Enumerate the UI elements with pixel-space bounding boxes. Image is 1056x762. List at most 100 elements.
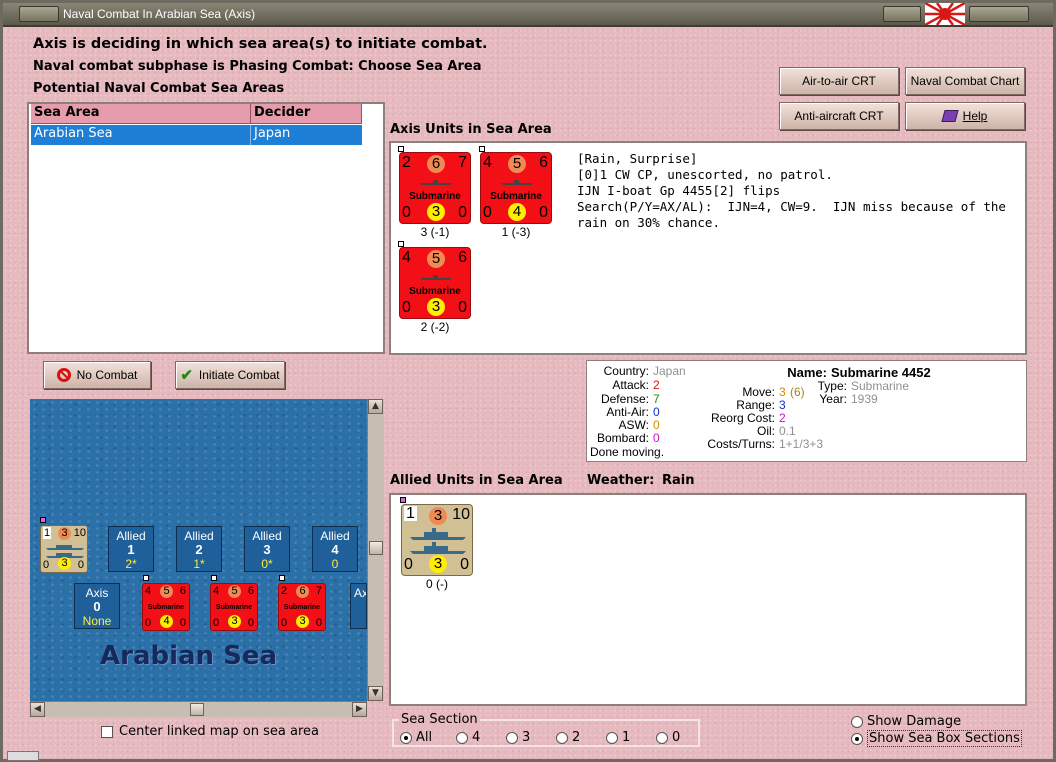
initiate-combat-button[interactable]: ✔ Initiate Combat: [175, 361, 285, 389]
decider-cell: Japan: [254, 126, 291, 141]
axis-counter-2[interactable]: 4 5 6 Submarine 0 4 0: [480, 152, 552, 224]
title-bar[interactable]: Naval Combat In Arabian Sea (Axis): [3, 3, 1053, 27]
map-axis-counter-3[interactable]: 2 6 7 Submarine 0 3 0: [278, 583, 326, 631]
sea-box-side: Allied: [184, 529, 214, 543]
counter-move: 6: [427, 155, 445, 173]
counter-move: 3: [429, 507, 447, 525]
sea-box-axis-partial[interactable]: Ax: [350, 583, 367, 629]
map-vertical-scrollbar[interactable]: ▲ ▼: [367, 399, 384, 701]
sea-section-option-0[interactable]: 0: [656, 730, 696, 745]
vertical-scroll-thumb[interactable]: [369, 541, 383, 555]
range-value: 3: [779, 398, 786, 412]
counter-defense: 3: [427, 203, 445, 221]
radio-icon[interactable]: [851, 715, 863, 728]
table-row[interactable]: Arabian Sea Japan: [31, 125, 362, 145]
column-header-decider[interactable]: Decider: [251, 104, 362, 124]
book-icon: [941, 110, 959, 122]
sea-box-number: 0: [93, 599, 101, 614]
sea-area-map[interactable]: 1 3 10 0 3 0 Allied 1 2* Allied 2 1* All…: [30, 399, 367, 701]
sea-box-allied-1[interactable]: Allied 1 2*: [108, 526, 154, 572]
mini-right: 0: [77, 559, 84, 571]
mini-range: 6: [179, 585, 186, 597]
column-header-sea-area[interactable]: Sea Area: [31, 104, 251, 124]
scroll-down-icon[interactable]: ▼: [368, 686, 383, 701]
stack-marker: [40, 517, 46, 523]
mini-right: 0: [247, 617, 254, 629]
sea-section-option-4[interactable]: 4: [456, 730, 506, 745]
resize-grip-icon[interactable]: [7, 751, 39, 761]
axis-counter-3[interactable]: 4 5 6 Submarine 0 3 0: [399, 247, 471, 319]
radio-icon[interactable]: [400, 731, 412, 744]
mini-range: 7: [315, 585, 322, 597]
option-label: 0: [672, 730, 681, 745]
sea-box-allied-2[interactable]: Allied 2 1*: [176, 526, 222, 572]
initiate-combat-label: Initiate Combat: [198, 368, 280, 382]
mini-attack: 1: [43, 527, 52, 539]
unit-status: Done moving.: [590, 445, 665, 459]
subphase-description: Naval combat subphase is Phasing Combat:…: [33, 59, 482, 74]
checkmark-icon: ✔: [180, 367, 193, 384]
axis-counter-1[interactable]: 2 6 7 Submarine 0 3 0: [399, 152, 471, 224]
stack-marker: [143, 575, 149, 581]
allied-units-heading: Allied Units in Sea Area: [390, 473, 563, 488]
sea-box-axis-0[interactable]: Axis 0 None: [74, 583, 120, 629]
radio-icon[interactable]: [606, 731, 618, 744]
scroll-right-icon[interactable]: ▶: [352, 702, 367, 717]
show-sea-box-sections-option[interactable]: Show Sea Box Sections: [851, 730, 1022, 747]
scroll-left-icon[interactable]: ◀: [30, 702, 45, 717]
option-label: 4: [472, 730, 481, 745]
map-axis-counter-2[interactable]: 4 5 6 Submarine 0 3 0: [210, 583, 258, 631]
move-label: Move:: [742, 385, 775, 399]
system-menu-button[interactable]: [19, 6, 59, 22]
counter-right: 0: [539, 204, 548, 221]
costs-turns-value: 1+1/3+3: [779, 437, 824, 451]
no-combat-button[interactable]: No Combat: [43, 361, 151, 389]
radio-icon[interactable]: [506, 731, 518, 744]
air-to-air-crt-button[interactable]: Air-to-air CRT: [779, 67, 899, 95]
phase-description: Axis is deciding in which sea area(s) to…: [33, 36, 488, 52]
radio-icon[interactable]: [656, 731, 668, 744]
sea-box-status: 0*: [261, 557, 273, 571]
sea-box-status: 0: [331, 557, 339, 571]
center-linked-checkbox[interactable]: Center linked map on sea area: [101, 724, 319, 739]
scroll-up-icon[interactable]: ▲: [368, 399, 383, 414]
horizontal-scroll-thumb[interactable]: [190, 703, 204, 716]
counter-move: 5: [508, 155, 526, 173]
oil-label: Oil:: [757, 424, 775, 438]
show-damage-option[interactable]: Show Damage: [851, 714, 961, 729]
radio-icon[interactable]: [456, 731, 468, 744]
sea-section-option-1[interactable]: 1: [606, 730, 656, 745]
radio-icon[interactable]: [556, 731, 568, 744]
close-window-button[interactable]: [883, 6, 921, 22]
sea-box-side: Axis: [85, 586, 109, 600]
map-horizontal-scrollbar[interactable]: ◀ ▶: [30, 701, 367, 717]
help-button[interactable]: Help: [905, 102, 1025, 130]
counter-right: 0: [460, 556, 469, 573]
naval-combat-window: Naval Combat In Arabian Sea (Axis) Axis …: [0, 0, 1056, 762]
sea-section-option-3[interactable]: 3: [506, 730, 556, 745]
sea-box-number: 1: [127, 542, 135, 557]
mini-left: 0: [281, 617, 288, 629]
counter-right: 0: [458, 204, 467, 221]
counter-caption: 0 (-): [426, 577, 448, 591]
naval-combat-chart-button[interactable]: Naval Combat Chart: [905, 67, 1025, 95]
country-label: Country:: [603, 364, 649, 378]
counter-defense: 4: [508, 203, 526, 221]
counter-type: Submarine: [490, 191, 542, 202]
map-allied-counter[interactable]: 1 3 10 0 3 0: [40, 525, 88, 573]
minimize-window-button[interactable]: [969, 6, 1029, 22]
sea-section-option-2[interactable]: 2: [556, 730, 606, 745]
sea-box-status: 2*: [125, 557, 137, 571]
anti-aircraft-crt-button[interactable]: Anti-aircraft CRT: [779, 102, 899, 130]
sea-section-option-all[interactable]: All: [400, 730, 456, 745]
allied-counter-1[interactable]: 1 3 10 0 3 0: [401, 504, 473, 576]
sea-box-side: Allied: [320, 529, 350, 543]
sea-box-allied-3[interactable]: Allied 3 0*: [244, 526, 290, 572]
radio-icon[interactable]: [851, 732, 863, 745]
sea-section-group: Sea Section All 4 3 2 1 0: [392, 712, 700, 747]
naval-combat-chart-label: Naval Combat Chart: [910, 74, 1020, 88]
mini-move: 5: [228, 585, 241, 598]
map-axis-counter-1[interactable]: 4 5 6 Submarine 0 4 0: [142, 583, 190, 631]
checkbox-box[interactable]: [101, 725, 113, 738]
sea-box-allied-4[interactable]: Allied 4 0: [312, 526, 358, 572]
